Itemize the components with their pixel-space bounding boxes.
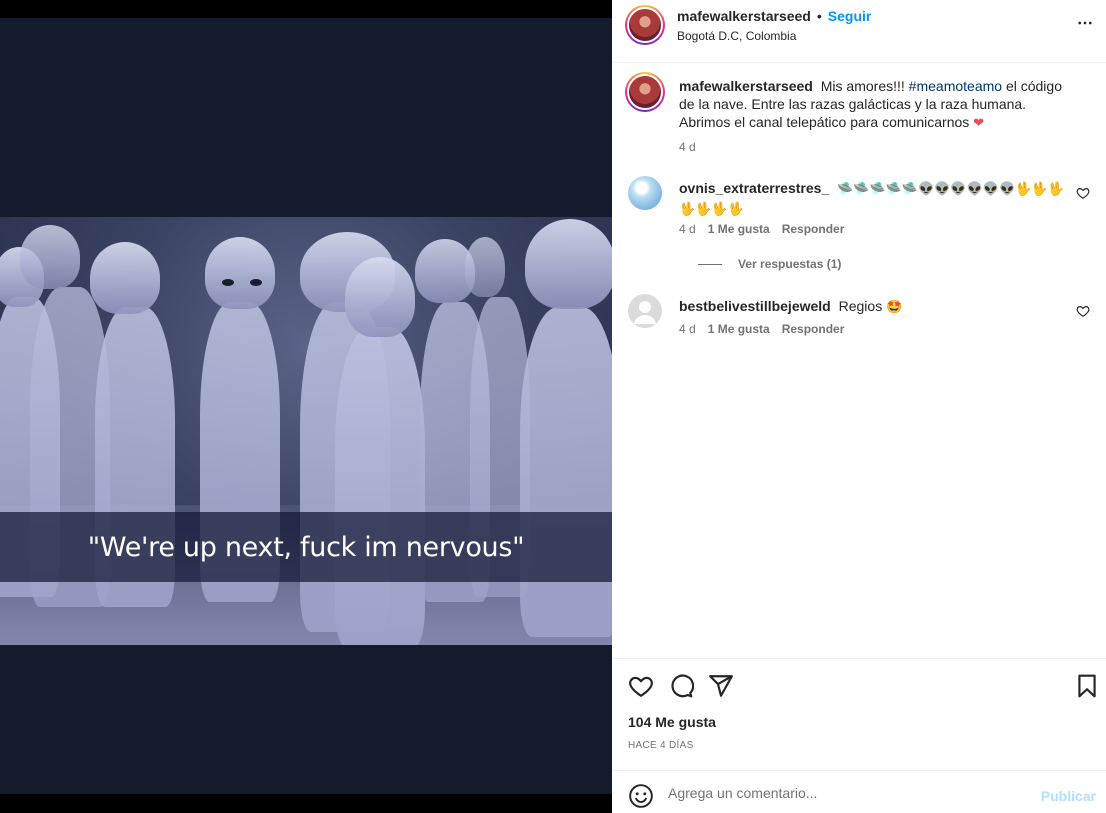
caption-avatar[interactable] bbox=[625, 72, 665, 112]
alien-head bbox=[20, 225, 80, 289]
caption-hashtag[interactable]: #meamoteamo bbox=[909, 78, 1002, 94]
comment-time[interactable]: 4 d bbox=[679, 222, 696, 236]
star-eyes-emoji: 🤩 bbox=[886, 300, 903, 315]
post-media: "We're up next, fuck im nervous" bbox=[0, 18, 612, 794]
alien-head bbox=[90, 242, 160, 314]
view-replies-button[interactable]: Ver respuestas (1) bbox=[698, 257, 841, 271]
default-avatar-icon bbox=[634, 301, 656, 324]
more-options-icon[interactable] bbox=[1076, 14, 1094, 37]
alien-figure bbox=[335, 327, 425, 645]
post-header: mafewalkerstarseed • Seguir Bogotá D.C, Co… bbox=[612, 0, 1106, 63]
emoji-smile-icon[interactable] bbox=[628, 783, 654, 809]
alien-head bbox=[525, 219, 612, 309]
comment-likes[interactable]: 1 Me gusta bbox=[708, 322, 770, 336]
comment-meta: 4 d 1 Me gusta Responder bbox=[679, 222, 844, 236]
comment-reply-button[interactable]: Responder bbox=[782, 222, 845, 236]
caption-username[interactable]: mafewalkerstarseed bbox=[679, 78, 813, 94]
save-bookmark-icon[interactable] bbox=[1074, 673, 1100, 699]
comment-likes[interactable]: 1 Me gusta bbox=[708, 222, 770, 236]
separator-dot: • bbox=[816, 8, 822, 24]
comment-input[interactable] bbox=[668, 785, 1028, 801]
comment-like-heart-icon[interactable] bbox=[1076, 304, 1090, 318]
like-count[interactable]: 104 Me gusta bbox=[628, 714, 716, 730]
comment-item: ovnis_extraterrestres_ 🛸🛸🛸🛸🛸👽👽👽👽👽👽🖖🖖🖖🖖🖖🖖… bbox=[628, 176, 1090, 276]
author-username[interactable]: mafewalkerstarseed bbox=[677, 8, 811, 24]
alien-head bbox=[345, 257, 415, 337]
caption-avatar-image bbox=[627, 74, 663, 110]
heart-emoji: ❤ bbox=[973, 116, 985, 131]
action-bar: 104 Me gusta HACE 4 DÍAS bbox=[612, 658, 1106, 770]
caption-body-start: Mis amores!!! bbox=[820, 78, 909, 94]
replies-line bbox=[698, 263, 722, 265]
comments-section: mafewalkerstarseed Mis amores!!! #meamot… bbox=[612, 64, 1106, 658]
caption-time[interactable]: 4 d bbox=[679, 140, 696, 154]
comment-composer: Publicar bbox=[612, 770, 1106, 813]
comment-bubble-icon[interactable] bbox=[668, 673, 694, 699]
comment-text: ovnis_extraterrestres_ 🛸🛸🛸🛸🛸👽👽👽👽👽👽🖖🖖🖖🖖🖖🖖… bbox=[679, 179, 1066, 219]
comment-username[interactable]: bestbelivestillbejeweld bbox=[679, 298, 831, 314]
view-replies-label: Ver respuestas (1) bbox=[738, 257, 842, 271]
caption-meta: 4 d bbox=[679, 140, 696, 154]
comment-body: Regios bbox=[838, 298, 883, 314]
post-date[interactable]: HACE 4 DÍAS bbox=[628, 740, 694, 751]
share-paper-plane-icon[interactable] bbox=[708, 673, 734, 699]
publish-button[interactable]: Publicar bbox=[1041, 788, 1096, 804]
follow-button[interactable]: Seguir bbox=[828, 8, 872, 24]
image-caption-band: "We're up next, fuck im nervous" bbox=[0, 512, 612, 582]
caption-text: mafewalkerstarseed Mis amores!!! #meamot… bbox=[679, 77, 1066, 133]
comment-item: bestbelivestillbejeweld Regios 🤩 4 d 1 M… bbox=[628, 294, 1090, 354]
like-heart-icon[interactable] bbox=[628, 673, 654, 699]
comment-time[interactable]: 4 d bbox=[679, 322, 696, 336]
author-avatar-image bbox=[627, 7, 663, 43]
comment-meta: 4 d 1 Me gusta Responder bbox=[679, 322, 844, 336]
comment-avatar[interactable] bbox=[628, 294, 662, 328]
alien-figure bbox=[520, 307, 612, 637]
alien-eye bbox=[222, 279, 234, 286]
alien-head bbox=[465, 237, 505, 297]
post-details-panel: mafewalkerstarseed • Seguir Bogotá D.C, Co… bbox=[612, 0, 1106, 813]
author-avatar[interactable] bbox=[625, 5, 665, 45]
post-photo[interactable]: "We're up next, fuck im nervous" bbox=[0, 217, 612, 645]
author-line: mafewalkerstarseed • Seguir bbox=[677, 8, 871, 26]
post-location[interactable]: Bogotá D.C, Colombia bbox=[677, 29, 796, 43]
image-caption-text: "We're up next, fuck im nervous" bbox=[87, 531, 525, 563]
comment-avatar[interactable] bbox=[628, 176, 662, 210]
post-caption: mafewalkerstarseed Mis amores!!! #meamot… bbox=[625, 72, 1090, 162]
comment-username[interactable]: ovnis_extraterrestres_ bbox=[679, 180, 829, 196]
comment-text: bestbelivestillbejeweld Regios 🤩 bbox=[679, 297, 1066, 317]
comment-reply-button[interactable]: Responder bbox=[782, 322, 845, 336]
alien-head bbox=[205, 237, 275, 309]
comment-like-heart-icon[interactable] bbox=[1076, 186, 1090, 200]
alien-eye bbox=[250, 279, 262, 286]
